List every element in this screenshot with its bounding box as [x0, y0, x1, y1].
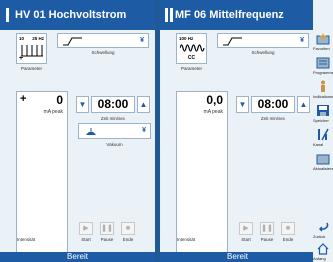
sine-burst-icon [180, 44, 205, 52]
channel-marker-icon [6, 8, 9, 22]
pause-button[interactable]: ❚❚ [260, 222, 274, 235]
status-bar: Bereit [0, 252, 155, 262]
polarity-plus-icon: + [19, 55, 24, 62]
intensity-caption: Intensität [16, 237, 36, 242]
end-caption: Ende [122, 237, 134, 242]
timer-control: ▼ 08:00 ▲ [236, 96, 310, 113]
timer-increase-button[interactable]: ▲ [137, 96, 150, 113]
vacuum-dropdown[interactable]: ¥ [78, 123, 151, 139]
swell-caption: Schwellung [91, 50, 115, 55]
chevron-double-down-icon: ¥ [140, 37, 144, 44]
sidebar-item-label: Zurück [313, 234, 326, 239]
start-caption: Start [81, 237, 91, 242]
channel-header: HV 01 Hochvoltstrom [0, 0, 155, 30]
channel-marker-icon [165, 8, 168, 22]
stop-button[interactable]: ■ [121, 222, 135, 235]
waveform-icon [21, 45, 43, 57]
vacuum-cup-icon [86, 128, 96, 135]
sidebar-item-label: Kanal [313, 142, 324, 147]
sidebar-item-refresh[interactable]: Aktualisieren [313, 150, 333, 174]
parameter-caption: Parameter [180, 66, 202, 71]
pause-caption: Pause [100, 237, 114, 242]
parameter-button[interactable]: 100 Hz CC [176, 33, 207, 64]
parameter-button[interactable]: 10 25 Hz + [16, 33, 47, 64]
sidebar-item-programs[interactable]: Programme [313, 54, 333, 78]
param-frequency-label: 100 Hz [179, 36, 194, 41]
channel-title: MF 06 Mittelfrequenz [175, 9, 284, 21]
chevron-double-down-icon: ¥ [300, 37, 304, 44]
sidebar-item-indications[interactable]: Indikationen [313, 78, 333, 102]
sidebar-item-label: Anfang [313, 256, 326, 261]
save-icon [317, 105, 329, 116]
param-high-label: 25 Hz [32, 36, 44, 41]
channel-body: 10 25 Hz + Parameter ¥ Schwellung + 0 mA… [0, 30, 155, 262]
sidebar-item-favorites[interactable]: Favoriten [313, 30, 333, 54]
start-button[interactable]: ▶ [239, 222, 253, 235]
star-folder-icon [316, 33, 330, 45]
refresh-icon [316, 154, 330, 165]
channel-right: MF 06 Mittelfrequenz 100 Hz CC Parameter… [160, 0, 315, 262]
pause-button[interactable]: ❚❚ [100, 222, 114, 235]
sidebar: Favoriten Programme Indikationen Speiche… [313, 0, 333, 262]
swell-dropdown[interactable]: ¥ [57, 33, 149, 48]
timer-control: ▼ 08:00 ▲ [76, 96, 150, 113]
swell-caption: Schwellung [251, 50, 275, 55]
pause-caption: Pause [260, 237, 274, 242]
start-button[interactable]: ▶ [79, 222, 93, 235]
timer-value: 08:00 [251, 96, 295, 113]
sidebar-item-back[interactable]: Zurück [313, 218, 333, 242]
sidebar-item-label: Favoriten [313, 46, 330, 51]
sidebar-item-label: Speicher [313, 118, 329, 123]
stop-button[interactable]: ■ [281, 222, 295, 235]
sidebar-item-label: Aktualisieren [313, 166, 333, 171]
vacuum-caption: Vakuum [106, 142, 123, 147]
channel-body: 100 Hz CC Parameter ¥ Schwellung 0,0 mA … [160, 30, 315, 262]
intensity-caption: Intensität [176, 237, 196, 242]
channel-icon [318, 128, 329, 141]
swell-dropdown[interactable]: ¥ [217, 33, 309, 48]
intensity-value: 0 [56, 93, 63, 107]
channel-header: MF 06 Mittelfrequenz [160, 0, 315, 30]
param-mode-label: CC [187, 55, 196, 61]
swell-ramp-icon [223, 37, 242, 46]
sidebar-item-home[interactable]: Anfang [313, 240, 333, 262]
intensity-sign: + [20, 93, 27, 105]
timer-decrease-button[interactable]: ▼ [76, 96, 89, 113]
intensity-unit: mA peak [203, 109, 223, 115]
channel-title: HV 01 Hochvoltstrom [15, 9, 127, 21]
body-figure-icon [321, 80, 325, 92]
timer-increase-button[interactable]: ▲ [297, 96, 310, 113]
sidebar-item-label: Indikationen [313, 94, 333, 99]
status-bar: Bereit [160, 252, 315, 262]
sidebar-item-memory[interactable]: Speicher [313, 102, 333, 126]
channel-left: HV 01 Hochvoltstrom 10 25 Hz + Parameter… [0, 0, 155, 262]
param-low-label: 10 [19, 36, 25, 41]
sidebar-item-label: Programme [313, 70, 333, 75]
intensity-value: 0,0 [206, 93, 223, 107]
timer-caption: Zeit min/sec [100, 116, 126, 121]
chevron-double-down-icon: ¥ [142, 127, 146, 134]
end-caption: Ende [282, 237, 294, 242]
sidebar-item-channel[interactable]: Kanal [313, 126, 333, 150]
programs-icon [316, 57, 330, 69]
intensity-unit: mA peak [43, 109, 63, 115]
timer-decrease-button[interactable]: ▼ [236, 96, 249, 113]
channel-marker-icon [170, 8, 173, 22]
parameter-caption: Parameter [20, 66, 42, 71]
start-caption: Start [241, 237, 251, 242]
timer-value: 08:00 [91, 96, 135, 113]
timer-caption: Zeit min/sec [260, 116, 286, 121]
swell-ramp-icon [63, 37, 82, 46]
home-icon [317, 243, 329, 255]
back-arrow-icon [318, 222, 329, 232]
